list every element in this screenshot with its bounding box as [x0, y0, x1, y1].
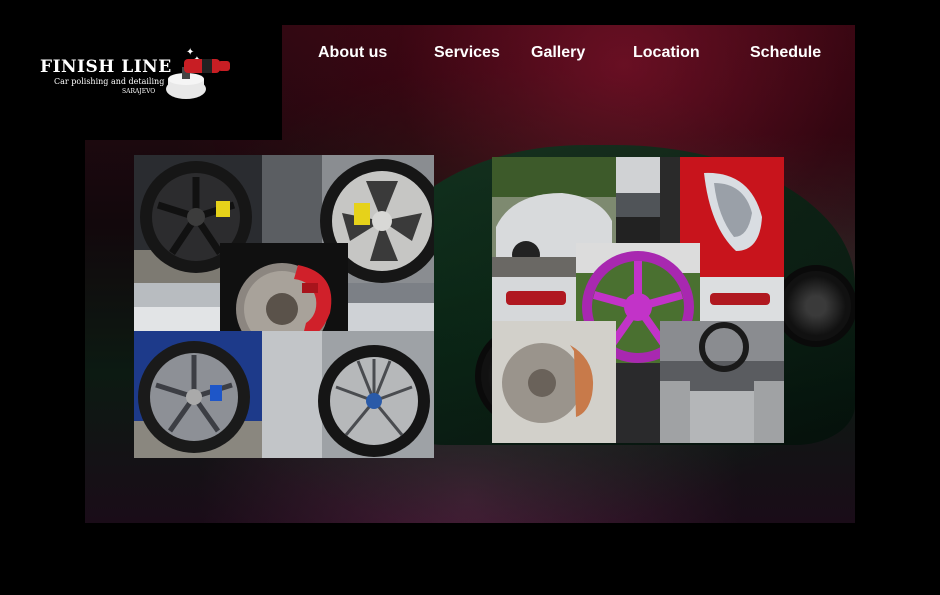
wheels-collage-image	[134, 155, 434, 458]
taillight-photo	[492, 277, 576, 321]
car-detail-photo	[616, 363, 660, 443]
bmw-wheel-photo	[262, 331, 434, 458]
brand-block[interactable]: FINISH LINE Car polishing and detailing …	[0, 25, 282, 140]
car-interior-photo	[660, 321, 784, 443]
nav-schedule[interactable]: Schedule	[750, 44, 821, 62]
taillight-photo	[700, 277, 784, 321]
nav-about-us[interactable]: About us	[318, 44, 387, 62]
brand-city: SARAJEVO	[122, 88, 156, 95]
brand-tagline: Car polishing and detailing	[54, 77, 165, 86]
car-detail-photo	[616, 157, 660, 217]
detailing-collage-image	[492, 157, 784, 443]
background-wheel	[775, 265, 855, 347]
nav-services[interactable]: Services	[434, 44, 500, 62]
main-nav: About us Services Gallery Location Sched…	[0, 44, 940, 70]
nav-location[interactable]: Location	[633, 44, 700, 62]
blue-caliper-wheel-photo	[134, 331, 262, 458]
copper-caliper-photo	[492, 321, 616, 443]
car-body-photo	[348, 283, 434, 331]
car-body-photo	[134, 283, 220, 331]
nav-gallery[interactable]: Gallery	[531, 44, 585, 62]
